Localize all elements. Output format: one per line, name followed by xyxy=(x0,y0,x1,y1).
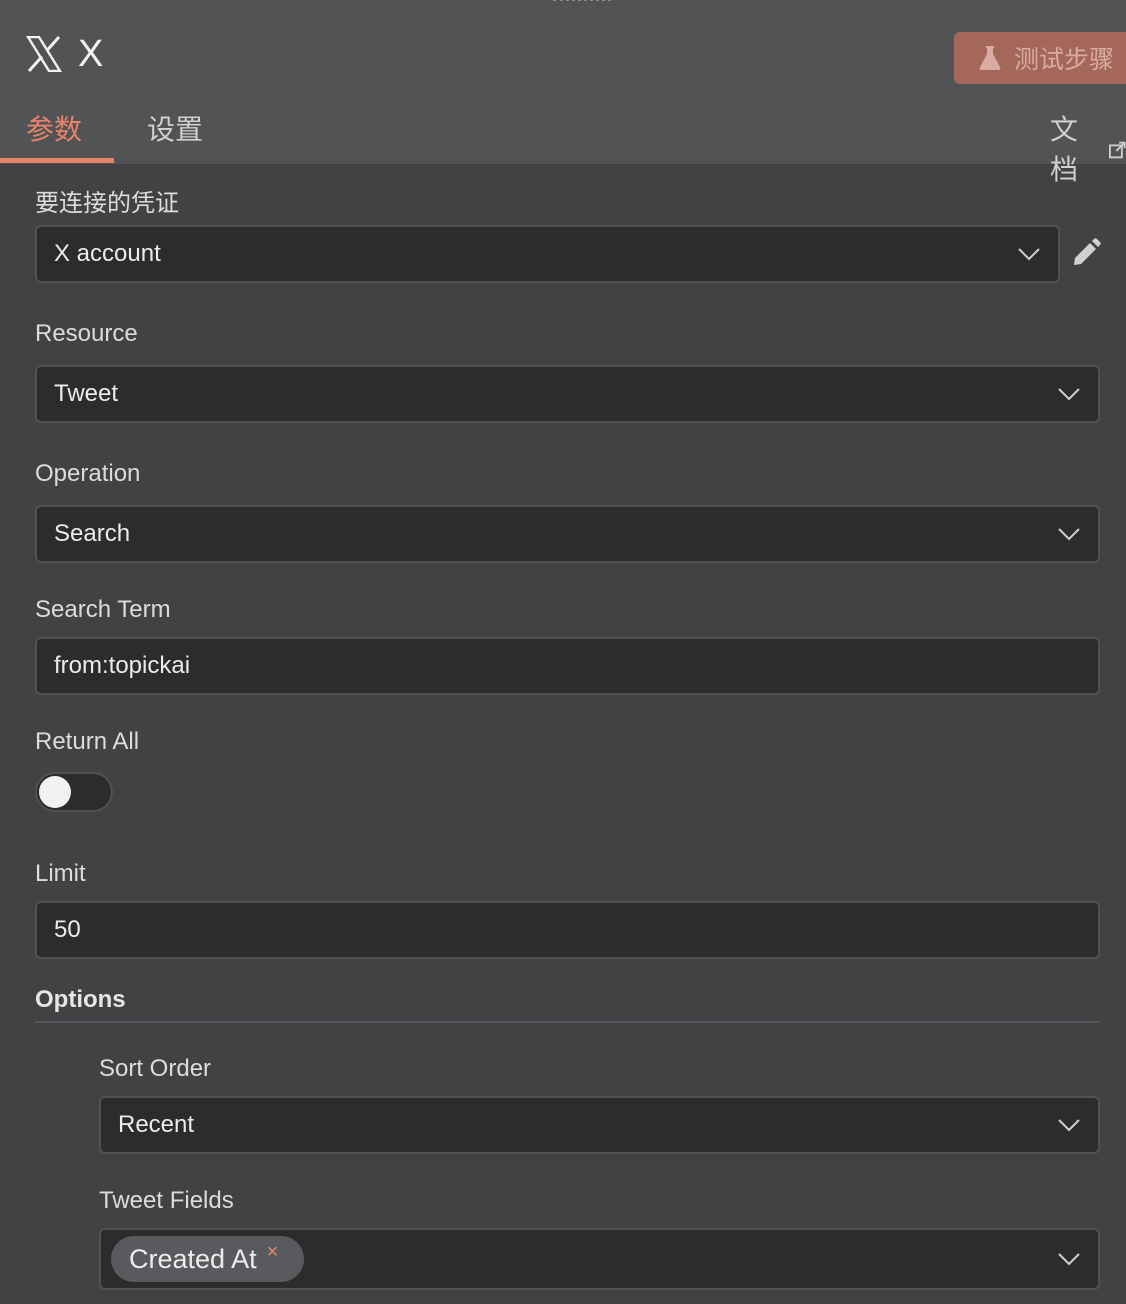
return-all-toggle[interactable] xyxy=(35,772,113,812)
sort-order-select[interactable]: Recent xyxy=(99,1096,1100,1154)
chevron-down-icon xyxy=(1058,528,1080,541)
tweet-fields-multiselect[interactable]: Created At × xyxy=(99,1228,1100,1290)
drag-handle[interactable] xyxy=(553,0,611,2)
limit-value: 50 xyxy=(54,916,81,943)
operation-label: Operation xyxy=(35,460,141,487)
credential-value: X account xyxy=(54,240,161,267)
credential-select[interactable]: X account xyxy=(35,225,1060,283)
chevron-down-icon xyxy=(1058,388,1080,401)
tab-settings[interactable]: 设置 xyxy=(147,110,203,150)
sort-order-value: Recent xyxy=(118,1111,195,1138)
return-all-label: Return All xyxy=(35,728,140,755)
limit-label: Limit xyxy=(35,860,86,887)
test-step-button[interactable]: 测试步骤 xyxy=(954,32,1126,84)
tab-docs[interactable]: 文档 xyxy=(1050,110,1126,190)
toggle-knob xyxy=(39,776,71,808)
chip-label: Created At xyxy=(129,1243,257,1274)
resource-value: Tweet xyxy=(54,380,119,407)
search-term-label: Search Term xyxy=(35,596,171,623)
credential-label: 要连接的凭证 xyxy=(35,190,179,217)
limit-input[interactable]: 50 xyxy=(35,901,1100,959)
panel-header: X 测试步骤 参数 设置 文档 xyxy=(0,0,1126,185)
chip-remove-icon[interactable]: × xyxy=(267,1241,279,1264)
flask-icon xyxy=(979,46,1001,70)
operation-value: Search xyxy=(54,520,131,547)
edit-pencil-icon[interactable] xyxy=(1071,238,1101,268)
sort-order-label: Sort Order xyxy=(99,1055,212,1082)
tweet-field-chip: Created At × xyxy=(111,1236,305,1282)
search-term-input[interactable]: from:topickai xyxy=(35,637,1100,695)
resource-label: Resource xyxy=(35,320,138,347)
options-heading: Options xyxy=(35,986,126,1013)
operation-select[interactable]: Search xyxy=(35,505,1100,563)
chevron-down-icon xyxy=(1018,248,1040,261)
chevron-down-icon xyxy=(1058,1253,1080,1266)
active-tab-indicator xyxy=(0,158,114,163)
test-step-label: 测试步骤 xyxy=(1014,46,1115,74)
options-divider xyxy=(35,1021,1100,1023)
tab-parameters[interactable]: 参数 xyxy=(26,110,82,150)
search-term-value: from:topickai xyxy=(54,652,191,679)
chevron-down-icon xyxy=(1058,1119,1080,1132)
node-title: X xyxy=(78,33,104,75)
tweet-fields-label: Tweet Fields xyxy=(99,1187,234,1214)
node-panel: X 测试步骤 参数 设置 文档 要连接的凭证 X account Resourc… xyxy=(0,0,1126,1304)
resource-select[interactable]: Tweet xyxy=(35,365,1100,423)
tab-docs-label: 文档 xyxy=(1050,114,1079,185)
external-link-icon xyxy=(1109,141,1126,159)
x-logo-icon xyxy=(26,36,62,72)
